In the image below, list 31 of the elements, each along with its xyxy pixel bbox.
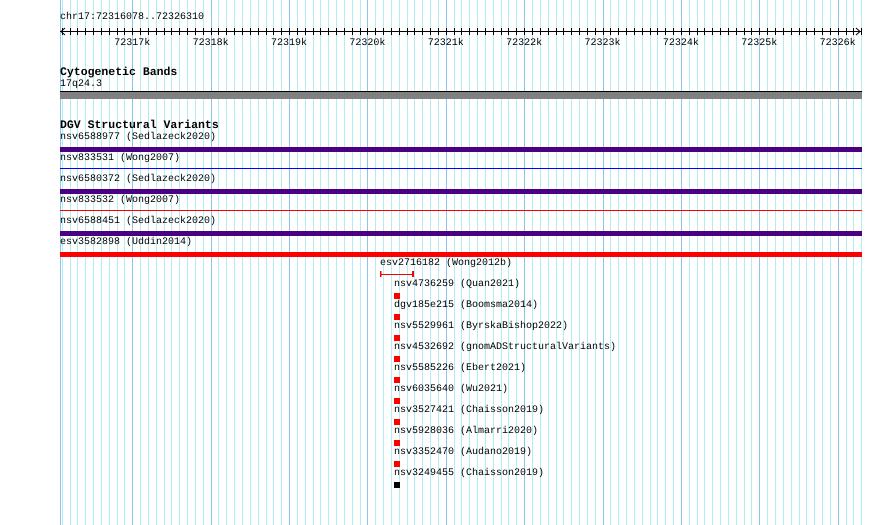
feature-label: nsv5529961 (ByrskaBishop2022) bbox=[394, 321, 568, 333]
feature-label: nsv833531 (Wong2007) bbox=[60, 153, 180, 165]
tick-label: 72321k bbox=[428, 38, 464, 50]
tick-label: 72319k bbox=[271, 38, 308, 50]
feature-label: nsv6588451 (Sedlazeck2020) bbox=[60, 216, 216, 228]
feature-label: esv3582898 (Uddin2014) bbox=[60, 237, 192, 249]
feature-label: nsv4736259 (Quan2021) bbox=[394, 279, 520, 291]
feature-label: esv2716182 (Wong2012b) bbox=[380, 258, 512, 270]
tick-label: 72318k bbox=[192, 38, 229, 50]
location-label: chr17:72316078..72326310 bbox=[60, 12, 206, 24]
track-title: Cytogenetic Bands bbox=[60, 66, 178, 79]
feature-label: nsv3249455 (Chaisson2019) bbox=[394, 468, 544, 480]
tick-label: 72325k bbox=[741, 38, 778, 50]
track-title: DGV Structural Variants bbox=[60, 119, 220, 132]
tick-label: 72326k bbox=[820, 38, 856, 50]
feature-label: nsv833532 (Wong2007) bbox=[60, 195, 180, 207]
tick-label: 72322k bbox=[506, 38, 542, 50]
feature-label: nsv6035640 (Wu2021) bbox=[394, 384, 508, 396]
feature-label: nsv5585226 (Ebert2021) bbox=[394, 363, 526, 375]
tick-label: 72320k bbox=[349, 38, 386, 50]
tick-label: 72317k bbox=[114, 38, 150, 50]
feature-label: nsv6588977 (Sedlazeck2020) bbox=[60, 132, 216, 144]
feature-label: nsv3527421 (Chaisson2019) bbox=[394, 405, 544, 417]
tick-label: 72324k bbox=[662, 38, 699, 50]
feature-label: dgv185e215 (Boomsma2014) bbox=[394, 300, 538, 312]
feature-label: nsv6580372 (Sedlazeck2020) bbox=[60, 174, 216, 186]
feature-label: nsv3352470 (Audano2019) bbox=[394, 447, 532, 459]
band-label: 17q24.3 bbox=[60, 79, 104, 91]
feature-label: nsv4532692 (gnomADStructuralVariants) bbox=[394, 342, 616, 354]
tick-label: 72323k bbox=[584, 38, 621, 50]
feature-label: nsv5928036 (Almarri2020) bbox=[394, 426, 538, 438]
